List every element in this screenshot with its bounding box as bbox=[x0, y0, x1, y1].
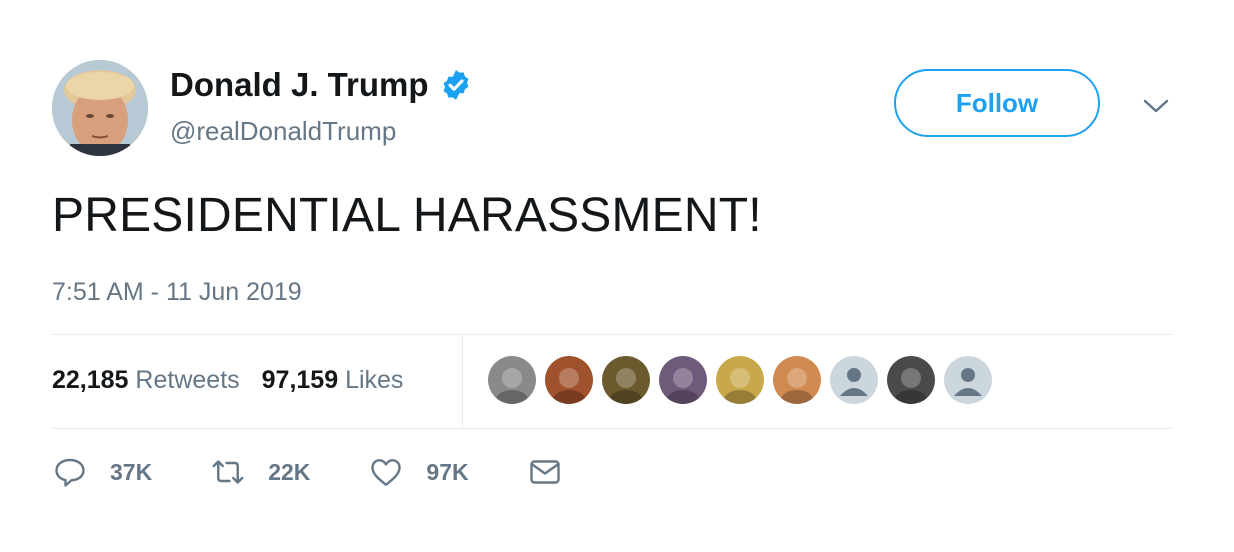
liker-avatar-7[interactable] bbox=[830, 356, 878, 404]
display-name-text: Donald J. Trump bbox=[170, 66, 429, 103]
liker-avatar-3[interactable] bbox=[602, 356, 650, 404]
tweet-actions: 37K 22K 97K bbox=[52, 454, 621, 490]
envelope-icon bbox=[529, 460, 560, 484]
retweet-icon bbox=[212, 460, 244, 484]
author-display-name[interactable]: Donald J. Trump bbox=[170, 66, 473, 104]
retweets-label: Retweets bbox=[135, 366, 240, 394]
likes-stat[interactable]: 97,159 Likes bbox=[262, 366, 404, 395]
liker-avatar-4[interactable] bbox=[659, 356, 707, 404]
liker-avatar-8[interactable] bbox=[887, 356, 935, 404]
liker-avatar-6[interactable] bbox=[773, 356, 821, 404]
retweet-button[interactable]: 22K bbox=[210, 454, 310, 490]
likes-label: Likes bbox=[345, 366, 404, 394]
direct-message-button[interactable] bbox=[527, 454, 563, 490]
author-avatar[interactable] bbox=[52, 60, 148, 156]
liker-avatar-5[interactable] bbox=[716, 356, 764, 404]
retweets-stat[interactable]: 22,185 Retweets bbox=[52, 366, 240, 395]
follow-button[interactable]: Follow bbox=[894, 69, 1100, 137]
liker-avatar-9[interactable] bbox=[944, 356, 992, 404]
divider bbox=[52, 334, 1172, 335]
author-handle[interactable]: @realDonaldTrump bbox=[170, 116, 396, 147]
avatar-image bbox=[52, 60, 148, 156]
reply-button[interactable]: 37K bbox=[52, 454, 152, 490]
tweet-stats: 22,185 Retweets 97,159 Likes bbox=[52, 366, 425, 395]
like-button[interactable]: 97K bbox=[368, 454, 469, 490]
tweet-text: PRESIDENTIAL HARASSMENT! bbox=[52, 189, 762, 242]
retweets-count: 22,185 bbox=[52, 366, 129, 394]
reply-icon bbox=[55, 458, 85, 487]
heart-icon bbox=[371, 459, 402, 486]
liker-avatar-2[interactable] bbox=[545, 356, 593, 404]
tweet-timestamp[interactable]: 7:51 AM - 11 Jun 2019 bbox=[52, 278, 302, 307]
tweet-card: Donald J. Trump @realDonaldTrump Follow … bbox=[0, 0, 1234, 552]
like-count: 97K bbox=[426, 458, 469, 485]
chevron-down-icon[interactable] bbox=[1142, 96, 1170, 116]
liker-avatar-1[interactable] bbox=[488, 356, 536, 404]
verified-badge-icon bbox=[439, 68, 473, 102]
likes-count: 97,159 bbox=[261, 366, 339, 394]
divider bbox=[52, 428, 1172, 429]
retweet-count: 22K bbox=[268, 458, 311, 485]
liker-avatars bbox=[488, 356, 1001, 404]
reply-count: 37K bbox=[110, 458, 153, 485]
vertical-divider bbox=[462, 335, 463, 428]
